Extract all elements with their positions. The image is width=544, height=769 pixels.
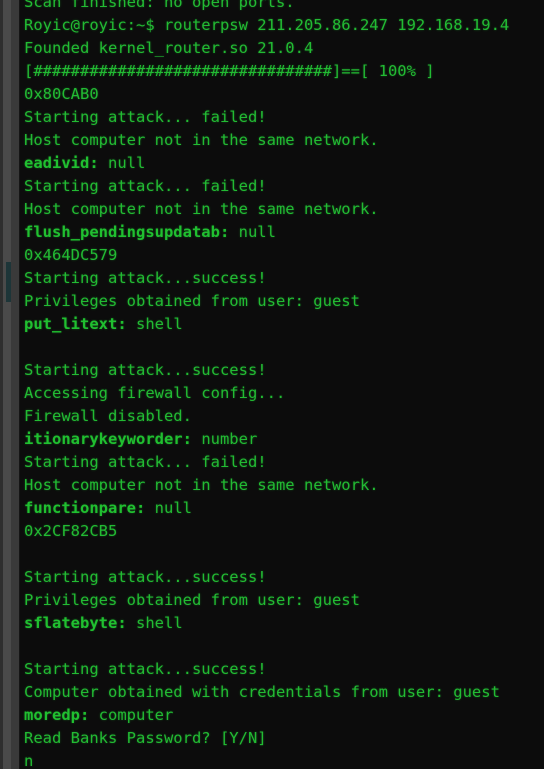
terminal-left-gutter: [0, 0, 20, 769]
terminal-line: Host computer not in the same network.: [24, 131, 379, 149]
terminal-result-value: null: [98, 154, 146, 172]
terminal-line: Starting attack... failed!: [24, 453, 267, 471]
terminal-line: [################################]==[ 10…: [24, 62, 435, 80]
terminal-window: Scan finished: no open ports. Royic@royic…: [0, 0, 544, 769]
terminal-line: Firewall disabled.: [24, 407, 192, 425]
terminal-line: Host computer not in the same network.: [24, 200, 379, 218]
terminal-line: Starting attack...success!: [24, 361, 267, 379]
terminal-line: Founded kernel_router.so 21.0.4: [24, 39, 314, 57]
terminal-line: 0x464DC579: [24, 246, 118, 264]
terminal-result-key: sflatebyte:: [24, 614, 127, 632]
terminal-line-label: functionpare: null: [24, 497, 544, 520]
terminal-output-area[interactable]: Scan finished: no open ports. Royic@royic…: [20, 0, 544, 769]
terminal-result-key: moredp:: [24, 706, 90, 724]
terminal-result-key: functionpare:: [24, 499, 146, 517]
terminal-line-label: sflatebyte: shell: [24, 612, 544, 635]
terminal-result-key: itionarykeyworder:: [24, 430, 192, 448]
terminal-line: Accessing firewall config...: [24, 384, 286, 402]
terminal-line-label: flush_pendingsupdatab: null: [24, 221, 544, 244]
terminal-line: Privileges obtained from user: guest: [24, 591, 360, 609]
terminal-line: Host computer not in the same network.: [24, 476, 379, 494]
terminal-line: Starting attack...success!: [24, 269, 267, 287]
terminal-line: Starting attack... failed!: [24, 108, 267, 126]
terminal-line: 0x80CAB0: [24, 85, 99, 103]
terminal-result-key: flush_pendingsupdatab:: [24, 223, 230, 241]
terminal-result-value: number: [191, 430, 258, 448]
terminal-line-list: Scan finished: no open ports. Royic@royic…: [20, 0, 544, 769]
gutter-seam-divider: [19, 0, 20, 769]
terminal-result-key: put_litext:: [24, 315, 127, 333]
terminal-line-label: put_litext: shell: [24, 313, 544, 336]
terminal-line: Read Banks Password? [Y/N]: [24, 729, 267, 747]
terminal-result-value: shell: [126, 614, 183, 632]
terminal-line: 0x2CF82CB5: [24, 522, 118, 540]
terminal-result-key: eadivid:: [24, 154, 99, 172]
terminal-line: n: [24, 752, 34, 769]
terminal-result-value: null: [145, 499, 192, 517]
terminal-result-value: null: [229, 223, 276, 241]
terminal-result-value: computer: [89, 706, 174, 724]
terminal-line: Privileges obtained from user: guest: [24, 292, 360, 310]
terminal-line: Starting attack... failed!: [24, 177, 267, 195]
terminal-line: Scan finished: no open ports.: [24, 0, 295, 11]
terminal-result-value: shell: [126, 315, 183, 333]
terminal-line-label: eadivid: null: [24, 152, 544, 175]
terminal-line-label: moredp: computer: [24, 704, 544, 727]
terminal-line: Starting attack...success!: [24, 660, 267, 678]
scrollbar-track[interactable]: [3, 0, 14, 769]
terminal-line-label: itionarykeyworder: number: [24, 428, 544, 451]
terminal-line: Computer obtained with credentials from …: [24, 683, 500, 701]
terminal-line: Starting attack...success!: [24, 568, 267, 586]
terminal-line: Royic@royic:~$ routerpsw 211.205.86.247 …: [24, 16, 510, 34]
